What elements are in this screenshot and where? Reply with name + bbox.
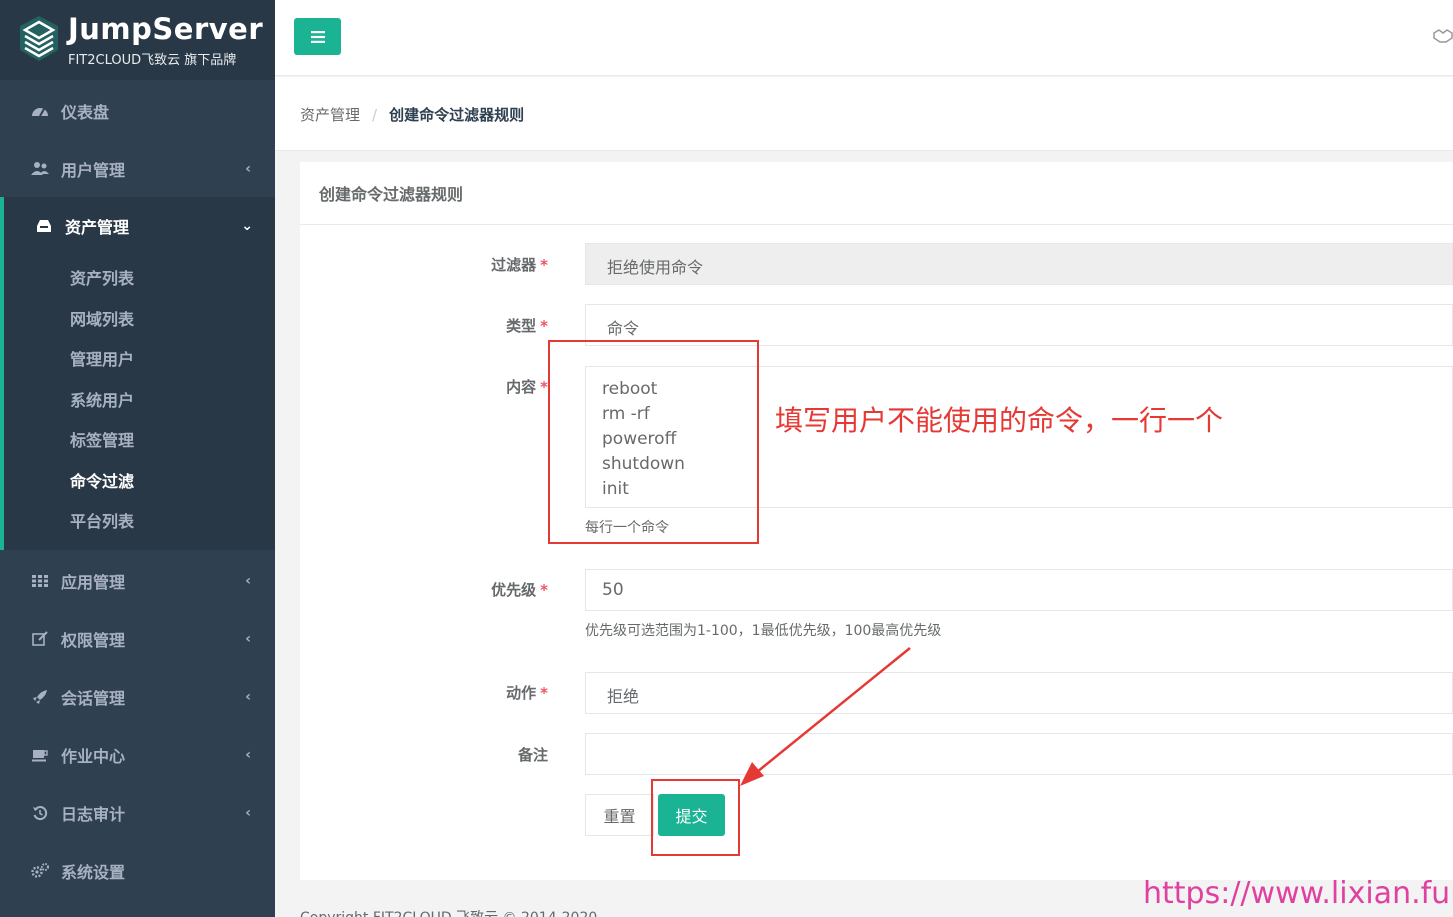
annotation-box-content [548, 340, 759, 544]
sidebar-subitem-system-user[interactable]: 系统用户 [70, 387, 134, 411]
sidebar-item-label: 资产管理 [65, 218, 130, 237]
filter-field[interactable]: 拒绝使用命令 [585, 243, 1453, 285]
watermark-url: https://www.lixian.fun [1143, 876, 1453, 911]
filter-label: 过滤器 * [491, 256, 548, 274]
sidebar-item-sessions[interactable]: 会话管理 ‹ [0, 668, 275, 726]
sidebar-item-label: 用户管理 [61, 161, 126, 180]
required-mark: * [540, 317, 548, 335]
annotation-text: 填写用户不能使用的命令，一行一个 [775, 404, 1224, 437]
type-label: 类型 * [506, 317, 548, 335]
edit-icon [31, 630, 49, 648]
comment-input[interactable] [585, 733, 1453, 775]
footer-copyright: Copyright FIT2CLOUD 飞致云 © 2014-2020 [300, 907, 597, 917]
sidebar-group-assets: 资产管理 ⌄ 资产列表 网域列表 管理用户 系统用户 标签管理 命令过滤 平台列… [0, 197, 275, 550]
handshake-icon[interactable] [1433, 28, 1453, 48]
required-mark: * [540, 256, 548, 274]
priority-label: 优先级 * [491, 581, 548, 599]
chevron-left-icon: ‹ [245, 631, 251, 647]
brand-subtitle: FIT2CLOUD飞致云 旗下品牌 [68, 53, 237, 68]
sidebar-item-label: 会话管理 [61, 689, 126, 708]
toggle-menu-button[interactable] [294, 18, 341, 55]
breadcrumb-separator: / [372, 106, 378, 124]
coffee-icon [31, 746, 49, 764]
breadcrumb-parent[interactable]: 资产管理 [300, 106, 360, 124]
sidebar-item-dashboard[interactable]: 仪表盘 [0, 82, 275, 140]
sidebar: JumpServer FIT2CLOUD飞致云 旗下品牌 仪表盘 用户管理 ‹ … [0, 0, 275, 917]
rocket-icon [31, 688, 49, 706]
sidebar-item-label: 作业中心 [61, 747, 126, 766]
sidebar-item-label: 日志审计 [61, 805, 126, 824]
page-heading: 资产管理 / 创建命令过滤器规则 [275, 77, 1453, 151]
panel-title: 创建命令过滤器规则 [319, 185, 464, 204]
sidebar-item-permissions[interactable]: 权限管理 ‹ [0, 610, 275, 668]
sidebar-subitem-asset-list[interactable]: 资产列表 [70, 265, 134, 289]
dashboard-icon [31, 102, 49, 120]
sidebar-item-jobs[interactable]: 作业中心 ‹ [0, 726, 275, 784]
brand-title: JumpServer [68, 12, 264, 46]
action-select[interactable]: 拒绝 [585, 672, 1453, 714]
chevron-down-icon: ⌄ [241, 218, 253, 234]
reset-button[interactable]: 重置 [585, 794, 654, 836]
cogs-icon [31, 862, 49, 880]
annotation-box-submit [651, 779, 740, 856]
grid-icon [31, 572, 49, 590]
comment-label: 备注 [517, 746, 548, 764]
top-navbar [275, 0, 1453, 76]
sidebar-item-users[interactable]: 用户管理 ‹ [0, 140, 275, 198]
sidebar-subitem-domain-list[interactable]: 网域列表 [70, 306, 134, 330]
sidebar-item-audits[interactable]: 日志审计 ‹ [0, 784, 275, 842]
sidebar-item-settings[interactable]: 系统设置 [0, 842, 275, 900]
brand-logo[interactable]: JumpServer FIT2CLOUD飞致云 旗下品牌 [0, 0, 275, 80]
sidebar-subitem-admin-user[interactable]: 管理用户 [70, 346, 134, 370]
chevron-left-icon: ‹ [245, 805, 251, 821]
history-icon [31, 804, 49, 822]
sidebar-item-applications[interactable]: 应用管理 ‹ [0, 552, 275, 610]
inbox-icon [35, 217, 53, 235]
required-mark: * [540, 378, 548, 396]
action-label: 动作 * [506, 684, 548, 702]
priority-help-text: 优先级可选范围为1-100，1最低优先级，100最高优先级 [585, 623, 942, 639]
chevron-left-icon: ‹ [245, 161, 251, 177]
sidebar-subitem-label-management[interactable]: 标签管理 [70, 427, 134, 451]
required-mark: * [540, 581, 548, 599]
sidebar-item-label: 权限管理 [61, 631, 126, 650]
content-label: 内容 * [506, 378, 548, 396]
jumpserver-logo-icon [20, 16, 58, 61]
sidebar-item-assets[interactable]: 资产管理 ⌄ [4, 197, 275, 255]
users-icon [31, 160, 49, 178]
sidebar-subitem-command-filter[interactable]: 命令过滤 [70, 468, 134, 492]
hamburger-icon [310, 30, 325, 43]
sidebar-item-label: 应用管理 [61, 573, 126, 592]
sidebar-item-label: 仪表盘 [61, 103, 110, 122]
sidebar-subitem-platform-list[interactable]: 平台列表 [70, 508, 134, 532]
breadcrumb-current: 创建命令过滤器规则 [389, 106, 525, 124]
required-mark: * [540, 684, 548, 702]
panel-header: 创建命令过滤器规则 [300, 162, 1453, 225]
breadcrumb: 资产管理 / 创建命令过滤器规则 [300, 104, 524, 125]
priority-input[interactable]: 50 [585, 569, 1453, 611]
sidebar-item-label: 系统设置 [61, 863, 126, 882]
